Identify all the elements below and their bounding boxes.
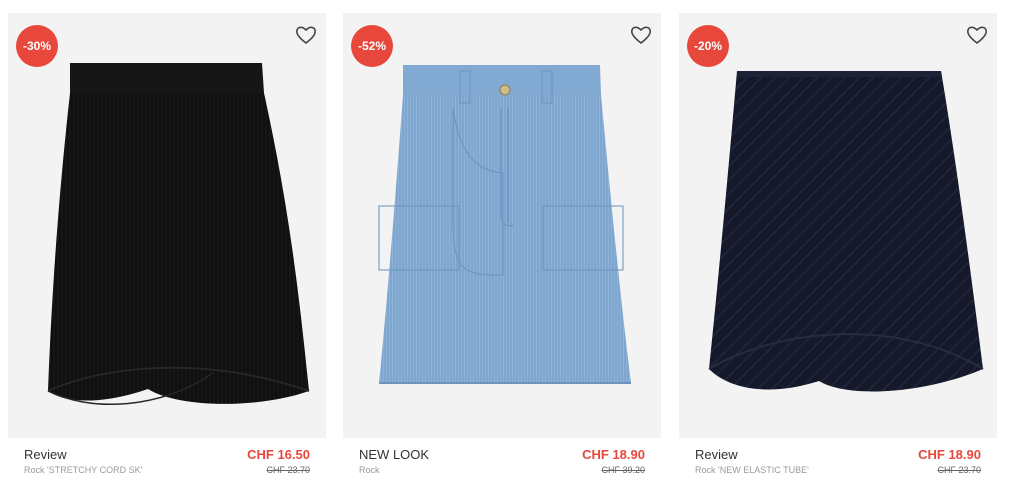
sale-price: CHF 16.50 (247, 447, 310, 462)
heart-outline-icon[interactable] (965, 23, 989, 47)
product-brand: Review (24, 447, 67, 462)
product-card[interactable]: -30% Review Rock 'STRETCHY CORD SK' CHF … (8, 13, 326, 493)
product-image[interactable]: -30% (8, 13, 326, 438)
blue-corduroy-skirt-image (378, 65, 631, 384)
heart-outline-icon[interactable] (629, 23, 653, 47)
heart-outline-icon[interactable] (294, 23, 318, 47)
product-name: Rock (359, 465, 380, 475)
original-price: CHF 39.20 (601, 465, 645, 475)
sale-price: CHF 18.90 (918, 447, 981, 462)
black-cord-skirt-image (47, 63, 310, 406)
product-name: Rock 'NEW ELASTIC TUBE' (695, 465, 809, 475)
discount-badge: -20% (687, 25, 729, 67)
product-card[interactable]: -20% Review Rock 'NEW ELASTIC TUBE' CHF … (679, 13, 997, 493)
product-image[interactable]: -20% (679, 13, 997, 438)
discount-badge: -52% (351, 25, 393, 67)
sale-price: CHF 18.90 (582, 447, 645, 462)
product-name: Rock 'STRETCHY CORD SK' (24, 465, 143, 475)
discount-badge: -30% (16, 25, 58, 67)
product-brand: Review (695, 447, 738, 462)
navy-textured-skirt-image (708, 71, 984, 392)
product-brand: NEW LOOK (359, 447, 430, 462)
original-price: CHF 23.70 (266, 465, 310, 475)
original-price: CHF 23.70 (937, 465, 981, 475)
product-image[interactable]: -52% (343, 13, 661, 438)
product-card[interactable]: -52% NEW LOOK Rock CHF 18.90 CHF 39.20 (343, 13, 661, 493)
